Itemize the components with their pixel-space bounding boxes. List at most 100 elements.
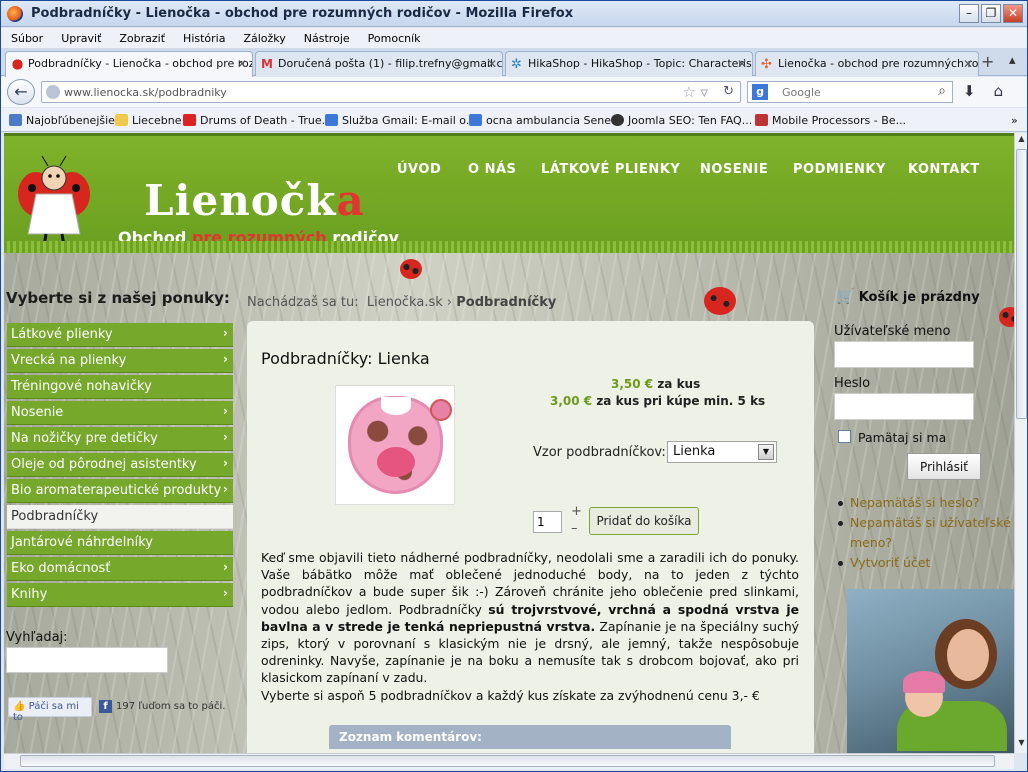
product-image[interactable] — [335, 385, 455, 505]
menu-item-treningove-nohavicky[interactable]: Tréningové nohavičky — [7, 375, 233, 399]
menu-item-podbradnicky[interactable]: Podbradníčky — [7, 505, 233, 529]
username-field[interactable] — [834, 341, 974, 368]
menu-item-oleje[interactable]: Oleje od pôrodnej asistentky › — [7, 453, 233, 477]
menu-tools[interactable]: Nástroje — [304, 32, 350, 45]
menu-item-nosenie[interactable]: Nosenie › — [7, 401, 233, 425]
tab-hikashop[interactable]: ✲ HikaShop - HikaShop - Topic: Character… — [505, 51, 753, 76]
remember-label: Pamätaj si ma — [858, 430, 947, 445]
menu-file[interactable]: Súbor — [11, 32, 43, 45]
bookmark-item[interactable]: Liecebne — [115, 114, 182, 127]
close-tab-icon[interactable]: ✕ — [237, 57, 247, 71]
variant-label: Vzor podbradníčkov: — [533, 445, 666, 460]
maximize-button[interactable]: ❐ — [981, 4, 1001, 23]
youtube-icon — [183, 114, 196, 126]
search-icon[interactable]: ⌕ — [938, 83, 946, 99]
tab-label: Lienočka - obchod pre rozumných rodičo..… — [778, 57, 979, 70]
chevron-right-icon: › — [223, 482, 228, 496]
password-field[interactable] — [834, 393, 974, 420]
url-host: www.lienocka.sk/ — [64, 86, 159, 99]
bookmark-star-icon[interactable]: ☆ ▿ — [682, 83, 708, 101]
scrollbar-thumb[interactable] — [20, 755, 995, 767]
add-to-cart-button[interactable]: Pridať do košíka — [589, 507, 699, 535]
scroll-up-icon[interactable]: ▲ — [1016, 134, 1027, 148]
forgot-username-link[interactable]: Nepamätáš si užívateľské meno? — [836, 513, 1014, 553]
menu-view[interactable]: Zobraziť — [119, 32, 165, 45]
promo-photo[interactable] — [847, 589, 1014, 753]
tab-lienocka[interactable]: ✣ Lienočka - obchod pre rozumných rodičo… — [755, 51, 979, 76]
globe-icon — [46, 85, 60, 99]
reload-icon[interactable]: ↻ — [723, 84, 734, 99]
breadcrumb-current: Podbradníčky — [456, 295, 557, 310]
quantity-minus-button[interactable]: – — [571, 521, 578, 536]
nav-latkove-plienky[interactable]: LÁTKOVÉ PLIENKY — [541, 162, 680, 177]
tab-podbradnicky[interactable]: Podbradníčky - Lienočka - obchod pre roz… — [5, 51, 253, 77]
menu-item-eko-domacnost[interactable]: Eko domácnosť › — [7, 557, 233, 581]
chevron-down-icon[interactable]: ▼ — [758, 444, 774, 460]
bookmark-item[interactable]: Najobľúbenejšie — [9, 114, 115, 127]
ladybug-mascot-icon — [18, 155, 90, 247]
facebook-like-button[interactable]: 👍 Páči sa mi to — [8, 697, 92, 723]
download-icon[interactable]: ⬇ — [963, 82, 976, 100]
menu-item-bio-aromaterapeuticke[interactable]: Bio aromaterapeutické produkty › — [7, 479, 233, 503]
right-sidebar: 🛒 Košík je prázdny Užívateľské meno Heslo… — [832, 133, 1014, 753]
cart-status[interactable]: 🛒 Košík je prázdny — [836, 287, 980, 305]
bookmark-item[interactable]: Joomla SEO: Ten FAQ... — [611, 114, 752, 127]
bookmark-item[interactable]: Služba Gmail: E-mail o... — [325, 114, 476, 127]
site-logo[interactable]: Lienočka — [144, 176, 365, 225]
close-tab-icon[interactable]: ✕ — [487, 57, 497, 71]
close-tab-icon[interactable]: ✕ — [737, 57, 747, 71]
breadcrumb-home-link[interactable]: Lienočka.sk — [367, 295, 443, 310]
bookmark-item[interactable]: Drums of Death - True... — [183, 114, 332, 127]
chevron-right-icon: › — [223, 560, 228, 574]
search-bar[interactable]: g Google ⌕ — [747, 81, 953, 103]
tab-label: Doručená pošta (1) - filip.trefny@gmail.… — [278, 57, 503, 70]
ladybug-favicon-icon — [11, 58, 24, 71]
bookmark-item[interactable]: ocna ambulancia Sene... — [469, 114, 622, 127]
chevron-right-icon: › — [223, 586, 228, 600]
product-description: Keď sme objavili tieto nádherné podbradn… — [261, 550, 800, 703]
remember-checkbox[interactable] — [838, 430, 851, 443]
breadcrumb: Nachádzaš sa tu: Lienočka.sk › Podbradní… — [247, 295, 557, 310]
forgot-password-link[interactable]: Nepamätáš si heslo? — [836, 493, 1014, 513]
menu-item-na-nozicky[interactable]: Na nožičky pre detičky › — [7, 427, 233, 451]
tab-gmail[interactable]: M Doručená pošta (1) - filip.trefny@gmai… — [255, 51, 503, 76]
new-tab-icon[interactable]: + — [981, 52, 994, 71]
home-icon[interactable]: ⌂ — [994, 82, 1004, 100]
menu-edit[interactable]: Upraviť — [61, 32, 101, 45]
close-window-button[interactable]: ✕ — [1003, 4, 1023, 23]
menu-item-vrecka-na-plienky[interactable]: Vrecká na plienky › — [7, 349, 233, 373]
menu-history[interactable]: História — [183, 32, 225, 45]
cart-icon: 🛒 — [836, 287, 855, 305]
scroll-down-icon[interactable]: ▼ — [1016, 738, 1027, 752]
horizontal-scrollbar[interactable] — [4, 753, 1014, 769]
google-icon — [325, 114, 338, 126]
login-button[interactable]: Prihlásiť — [907, 453, 981, 480]
menu-bookmarks[interactable]: Záložky — [243, 32, 285, 45]
bib-illustration — [348, 396, 452, 494]
password-label: Heslo — [834, 376, 871, 391]
bookmarks-overflow-icon[interactable]: » — [1011, 114, 1018, 127]
minimize-button[interactable]: – — [959, 4, 979, 23]
back-button[interactable]: ← — [7, 79, 35, 105]
joomla-favicon-icon: ✣ — [761, 57, 772, 72]
quantity-plus-button[interactable]: + — [571, 504, 582, 519]
nav-o-nas[interactable]: O NÁS — [468, 162, 516, 177]
nav-nosenie[interactable]: NOSENIE — [700, 162, 768, 177]
url-bar[interactable]: www.lienocka.sk/podbradniky ☆ ▿ ↻ — [41, 81, 741, 103]
bookmark-item[interactable]: Mobile Processors - Be... — [755, 114, 906, 127]
menu-help[interactable]: Pomocník — [368, 32, 421, 45]
create-account-link[interactable]: Vytvoriť účet — [836, 553, 1014, 573]
menu-item-latkove-plienky[interactable]: Látkové plienky › — [7, 323, 233, 347]
quantity-input[interactable]: 1 — [533, 511, 562, 533]
scrollbar-thumb[interactable] — [1016, 149, 1027, 419]
site-search-input[interactable] — [6, 647, 168, 673]
tab-list-icon[interactable]: ▴ — [1009, 53, 1016, 68]
google-icon[interactable]: g — [752, 84, 768, 100]
vertical-scrollbar[interactable]: ▲ ▼ — [1014, 133, 1027, 753]
variant-select[interactable]: Lienka ▼ — [667, 441, 777, 463]
gmail-favicon-icon: M — [261, 57, 273, 71]
nav-uvod[interactable]: ÚVOD — [397, 162, 441, 177]
menu-item-knihy[interactable]: Knihy › — [7, 583, 233, 607]
menu-item-jantarove-nahrdelniky[interactable]: Jantárové náhrdelníky — [7, 531, 233, 555]
close-tab-icon[interactable]: ✕ — [963, 57, 973, 71]
